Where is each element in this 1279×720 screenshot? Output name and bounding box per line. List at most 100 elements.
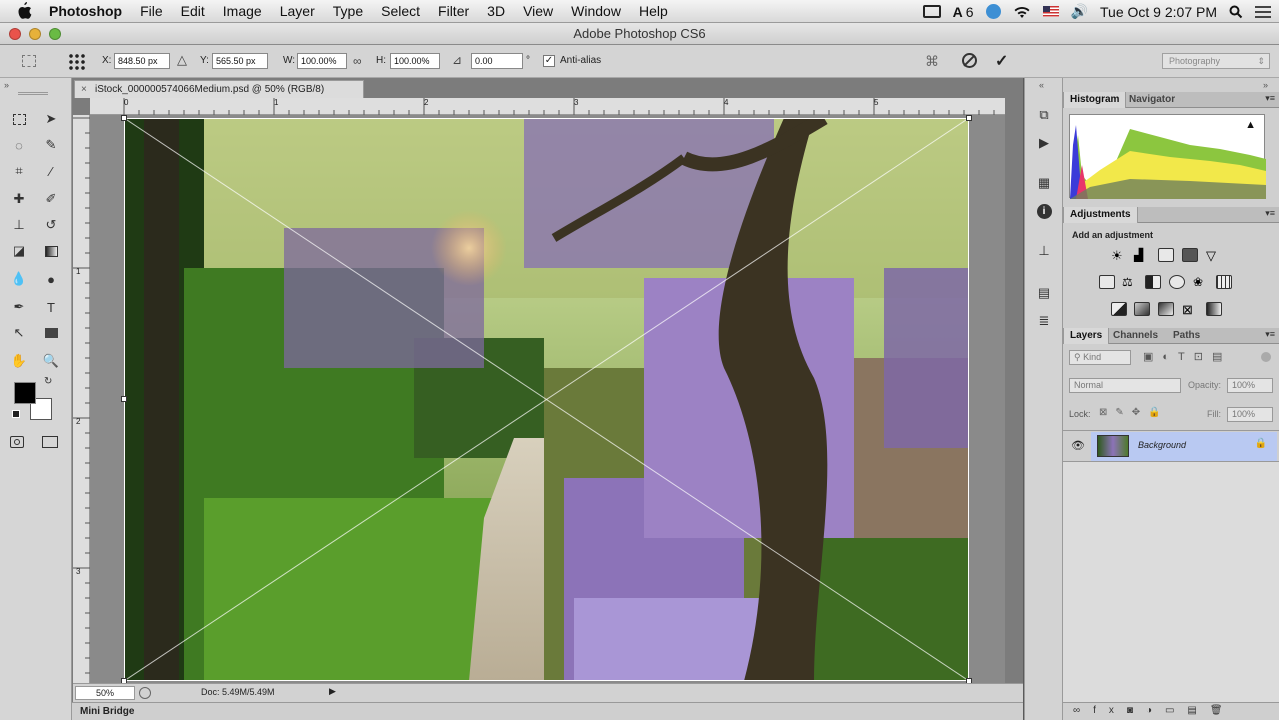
- transform-handle-left[interactable]: [121, 396, 127, 402]
- notes-panel-icon[interactable]: ≣: [1034, 312, 1054, 330]
- menu-view[interactable]: View: [514, 3, 562, 19]
- color-balance-icon[interactable]: ⚖: [1122, 275, 1138, 289]
- type-tool-icon[interactable]: T: [40, 296, 62, 318]
- tab-layers[interactable]: Layers: [1063, 328, 1110, 344]
- photo-filter-icon[interactable]: [1169, 275, 1185, 289]
- menu-window[interactable]: Window: [562, 3, 630, 19]
- toolbox-collapse-icon[interactable]: »: [4, 80, 9, 90]
- transform-handle-top-right[interactable]: [966, 115, 972, 121]
- link-icon[interactable]: ∞: [353, 54, 362, 68]
- sync-icon[interactable]: [985, 4, 1001, 19]
- warp-mode-icon[interactable]: ⌘: [925, 53, 939, 70]
- x-position-field[interactable]: 848.50 px: [114, 53, 170, 69]
- opacity-field[interactable]: 100%: [1227, 378, 1273, 393]
- zoom-tool-icon[interactable]: 🔍: [40, 350, 62, 372]
- layer-filter-kind-select[interactable]: ⚲ Kind: [1069, 350, 1131, 365]
- hand-tool-icon[interactable]: ✋: [8, 350, 30, 372]
- status-preview-icon[interactable]: [139, 687, 151, 699]
- history-panel-icon[interactable]: ⧉: [1034, 106, 1054, 124]
- close-document-icon[interactable]: ×: [81, 81, 87, 98]
- mini-bridge-panel[interactable]: Mini Bridge: [72, 702, 1023, 720]
- channel-mixer-icon[interactable]: ❀: [1193, 275, 1209, 289]
- transform-handle-top-left[interactable]: [121, 115, 127, 121]
- height-field[interactable]: 100.00%: [390, 53, 440, 69]
- crop-tool-icon[interactable]: ⌗: [8, 160, 30, 182]
- menu-help[interactable]: Help: [630, 3, 677, 19]
- apple-icon[interactable]: [16, 2, 32, 20]
- close-window-button[interactable]: [9, 28, 21, 40]
- width-field[interactable]: 100.00%: [297, 53, 347, 69]
- menu-layer[interactable]: Layer: [271, 3, 324, 19]
- tab-adjustments[interactable]: Adjustments: [1063, 207, 1138, 223]
- layers-panel-menu-icon[interactable]: ▾≡: [1265, 329, 1275, 340]
- spot-healing-tool-icon[interactable]: ✚: [8, 188, 30, 210]
- curves-icon[interactable]: [1158, 248, 1174, 262]
- doc-size-info[interactable]: Doc: 5.49M/5.49M: [201, 687, 275, 697]
- invert-icon[interactable]: [1111, 302, 1127, 316]
- status-menu-arrow-icon[interactable]: ▶: [329, 686, 336, 697]
- tab-channels[interactable]: Channels: [1107, 328, 1164, 344]
- fill-field[interactable]: 100%: [1227, 407, 1273, 422]
- gradient-map-icon[interactable]: [1206, 302, 1222, 316]
- eraser-tool-icon[interactable]: ◪: [8, 240, 30, 262]
- antialias-checkbox[interactable]: ✓: [543, 55, 555, 67]
- tab-navigator[interactable]: Navigator: [1123, 92, 1181, 108]
- histogram-panel-menu-icon[interactable]: ▾≡: [1265, 93, 1275, 104]
- document-image-wisteria-path[interactable]: [124, 118, 969, 681]
- menubar-clock[interactable]: Tue Oct 9 2:07 PM: [1100, 4, 1217, 20]
- layers-list-empty-area[interactable]: [1063, 462, 1279, 702]
- pen-tool-icon[interactable]: ✒: [8, 296, 30, 318]
- clone-stamp-tool-icon[interactable]: ⊥: [8, 214, 30, 236]
- minimize-window-button[interactable]: [29, 28, 41, 40]
- exposure-icon[interactable]: [1182, 248, 1198, 262]
- brightness-contrast-icon[interactable]: ☀: [1111, 248, 1127, 263]
- gradient-tool-icon[interactable]: [40, 240, 62, 262]
- posterize-icon[interactable]: [1134, 302, 1150, 316]
- y-position-field[interactable]: 565.50 px: [212, 53, 268, 69]
- commit-transform-icon[interactable]: ✓: [995, 51, 1008, 71]
- info-panel-icon[interactable]: i: [1034, 202, 1054, 220]
- layers-footer-icons[interactable]: ∞fx◙◑▭▤🗑: [1073, 705, 1236, 716]
- notification-list-icon[interactable]: [1255, 5, 1271, 18]
- wifi-icon[interactable]: [1013, 5, 1031, 19]
- vertical-ruler[interactable]: 1 2 3: [73, 115, 90, 683]
- spotlight-search-icon[interactable]: [1229, 5, 1243, 19]
- volume-icon[interactable]: 🔊: [1071, 3, 1088, 20]
- layer-visibility-eye-icon[interactable]: 👁: [1071, 439, 1085, 452]
- layer-filter-icons[interactable]: ▣◐T⊡▤: [1143, 350, 1231, 363]
- horizontal-ruler[interactable]: 0 1 2 3 4 5: [90, 98, 1005, 115]
- menu-type[interactable]: Type: [324, 3, 372, 19]
- history-brush-tool-icon[interactable]: ↺: [40, 214, 62, 236]
- us-flag-icon[interactable]: [1042, 6, 1059, 17]
- cancel-transform-icon[interactable]: [962, 53, 977, 68]
- foreground-color-swatch[interactable]: [14, 382, 36, 404]
- quick-mask-icon[interactable]: [10, 436, 24, 448]
- adobe-status-icon[interactable]: A6: [953, 4, 974, 20]
- menu-edit[interactable]: Edit: [172, 3, 214, 19]
- dodge-tool-icon[interactable]: ●: [40, 268, 62, 290]
- tab-histogram[interactable]: Histogram: [1063, 92, 1127, 108]
- selective-color-icon[interactable]: ⊠: [1182, 302, 1198, 317]
- zoom-window-button[interactable]: [49, 28, 61, 40]
- histogram-display[interactable]: ▲: [1069, 114, 1266, 199]
- reference-point-icon[interactable]: [68, 53, 86, 71]
- threshold-icon[interactable]: [1158, 302, 1174, 316]
- workspace-switcher[interactable]: Photography ⇕: [1162, 53, 1270, 69]
- menu-3d[interactable]: 3D: [478, 3, 514, 19]
- quick-selection-tool-icon[interactable]: ✎: [40, 134, 62, 156]
- screen-mode-icon[interactable]: [42, 436, 58, 448]
- blur-tool-icon[interactable]: 💧: [8, 268, 30, 290]
- lock-options-icons[interactable]: ⊠✎✥🔒: [1099, 407, 1169, 418]
- move-tool-icon[interactable]: ➤: [40, 108, 62, 130]
- menu-app-photoshop[interactable]: Photoshop: [40, 3, 131, 19]
- menu-image[interactable]: Image: [214, 3, 271, 19]
- path-selection-tool-icon[interactable]: ↖: [8, 322, 30, 344]
- dock-collapse-icon[interactable]: »: [1263, 80, 1268, 90]
- tool-preset-icon[interactable]: [22, 55, 36, 67]
- menu-file[interactable]: File: [131, 3, 172, 19]
- document-tab[interactable]: × iStock_000000574066Medium.psd @ 50% (R…: [74, 80, 364, 98]
- menu-select[interactable]: Select: [372, 3, 429, 19]
- tool-presets-panel-icon[interactable]: ⊥: [1034, 242, 1054, 260]
- default-colors-icon[interactable]: [12, 410, 20, 418]
- strip-collapse-icon[interactable]: «: [1039, 80, 1044, 90]
